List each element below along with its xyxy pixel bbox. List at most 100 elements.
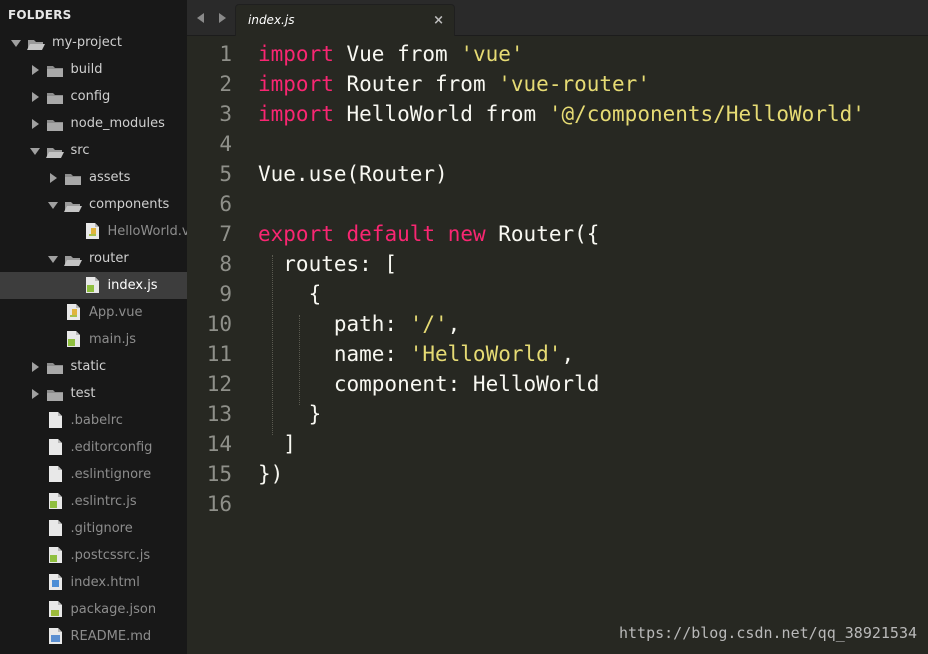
disclosure-closed-icon[interactable] <box>28 62 42 76</box>
vue-file-icon <box>85 223 99 239</box>
code-token: Router({ <box>485 222 600 246</box>
tab-nav-arrows-icon[interactable] <box>195 10 231 26</box>
string-token: 'HelloWorld' <box>409 342 562 366</box>
code-area[interactable]: 1 import Vue from 'vue' 2 import Router fro… <box>187 38 928 518</box>
tree-folder-test[interactable]: test <box>0 380 187 407</box>
folders-header: FOLDERS <box>8 8 72 22</box>
tree-item-label: build <box>70 62 103 77</box>
code-token: HelloWorld <box>333 102 486 126</box>
code-line[interactable]: 14 ] <box>187 428 928 458</box>
tree-folder-node-modules[interactable]: node_modules <box>0 110 187 137</box>
tree-item-label: README.md <box>70 629 152 644</box>
tree-item-label: package.json <box>70 602 157 617</box>
disclosure-closed-icon[interactable] <box>28 116 42 130</box>
js-file-icon <box>85 277 99 293</box>
code-token: from <box>435 72 486 96</box>
tree-file-helloworld-vue[interactable]: HelloWorld.vue <box>0 218 187 245</box>
tree-file-readme-md[interactable]: README.md <box>0 623 187 650</box>
disclosure-open-icon[interactable] <box>46 251 60 265</box>
code-line[interactable]: 1 import Vue from 'vue' <box>187 38 928 68</box>
disclosure-closed-icon[interactable] <box>28 89 42 103</box>
plain-file-icon <box>48 412 62 428</box>
js-file-icon <box>48 547 62 563</box>
code-text: name: 'HelloWorld', <box>258 342 574 366</box>
indent-guide <box>299 315 301 405</box>
tree-item-label: node_modules <box>70 116 165 131</box>
tree-folder-build[interactable]: build <box>0 56 187 83</box>
tree-item-label: src <box>70 143 90 158</box>
tree-folder-config[interactable]: config <box>0 83 187 110</box>
string-token: 'vue' <box>460 42 524 66</box>
code-token: from <box>485 102 537 126</box>
tree-folder-static[interactable]: static <box>0 353 187 380</box>
code-text: import Router from 'vue-router' <box>258 72 650 96</box>
tree-file-app-vue[interactable]: App.vue <box>0 299 187 326</box>
code-line[interactable]: 8 routes: [ <box>187 248 928 278</box>
tree-file-index-html[interactable]: index.html <box>0 569 187 596</box>
tree-file-editorconfig[interactable]: .editorconfig <box>0 434 187 461</box>
disclosure-open-icon[interactable] <box>9 35 23 49</box>
editor-pane: index.js × 1 import Vue from 'vue' 2 import… <box>187 0 928 654</box>
tree-file-eslintignore[interactable]: .eslintignore <box>0 461 187 488</box>
code-line[interactable]: 5 Vue.use(Router) <box>187 158 928 188</box>
code-text: ] <box>258 432 296 456</box>
line-number: 10 <box>206 312 232 336</box>
tree-item-label: index.js <box>107 278 158 293</box>
code-line[interactable]: 6 <box>187 188 928 218</box>
code-token: Vue <box>333 42 398 66</box>
tree-file-main-js[interactable]: main.js <box>0 326 187 353</box>
folder-open-icon <box>27 36 45 50</box>
tree-file-package-json[interactable]: package.json <box>0 596 187 623</box>
tree-folder-my-project[interactable]: my-project <box>0 29 187 56</box>
line-number: 15 <box>206 462 232 486</box>
plain-file-icon <box>48 520 62 536</box>
disclosure-open-icon[interactable] <box>46 197 60 211</box>
disclosure-closed-icon[interactable] <box>46 170 60 184</box>
tree-folder-components[interactable]: components <box>0 191 187 218</box>
line-number: 16 <box>206 492 232 516</box>
tab-bar: index.js × <box>187 0 928 36</box>
code-text: routes: [ <box>258 252 397 276</box>
code-text: import Vue from 'vue' <box>258 42 524 66</box>
tree-file-postcssrc-js[interactable]: .postcssrc.js <box>0 542 187 569</box>
string-token: '/' <box>409 312 448 336</box>
disclosure-closed-icon[interactable] <box>28 386 42 400</box>
keyword-token: import <box>258 72 334 96</box>
keyword-token: export <box>258 222 334 246</box>
tree-item-label: .postcssrc.js <box>70 548 151 563</box>
code-text: Vue.use(Router) <box>258 162 448 186</box>
tree-file-eslintrc-js[interactable]: .eslintrc.js <box>0 488 187 515</box>
line-number: 9 <box>219 282 232 306</box>
line-number: 5 <box>219 162 232 186</box>
tree-folder-src[interactable]: src <box>0 137 187 164</box>
code-text: }) <box>258 462 283 486</box>
code-line[interactable]: 3 import HelloWorld from '@/components/He… <box>187 98 928 128</box>
code-token: path: <box>258 312 410 336</box>
keyword-token: new <box>447 222 486 246</box>
code-text: component: HelloWorld <box>258 372 600 396</box>
code-line[interactable]: 4 <box>187 128 928 158</box>
code-token: } <box>258 402 322 426</box>
tree-folder-router[interactable]: router <box>0 245 187 272</box>
indent-guide <box>272 255 274 435</box>
code-line[interactable]: 9 { <box>187 278 928 308</box>
tree-file-gitignore[interactable]: .gitignore <box>0 515 187 542</box>
disclosure-closed-icon[interactable] <box>28 359 42 373</box>
tree-folder-assets[interactable]: assets <box>0 164 187 191</box>
tree-file-index-js[interactable]: index.js <box>0 272 187 299</box>
tree-file-babelrc[interactable]: .babelrc <box>0 407 187 434</box>
code-line[interactable]: 15}) <box>187 458 928 488</box>
close-tab-icon[interactable]: × <box>433 13 444 28</box>
folder-icon <box>46 63 64 77</box>
string-token: 'vue-router' <box>498 72 650 96</box>
code-line[interactable]: 7 export default new Router({ <box>187 218 928 248</box>
code-line[interactable]: 16 <box>187 488 928 518</box>
disclosure-open-icon[interactable] <box>28 143 42 157</box>
line-number: 2 <box>219 72 232 96</box>
plain-file-icon <box>48 466 62 482</box>
tab-index-js[interactable]: index.js × <box>235 4 455 36</box>
code-line[interactable]: 2 import Router from 'vue-router' <box>187 68 928 98</box>
code-token: }) <box>258 462 284 486</box>
